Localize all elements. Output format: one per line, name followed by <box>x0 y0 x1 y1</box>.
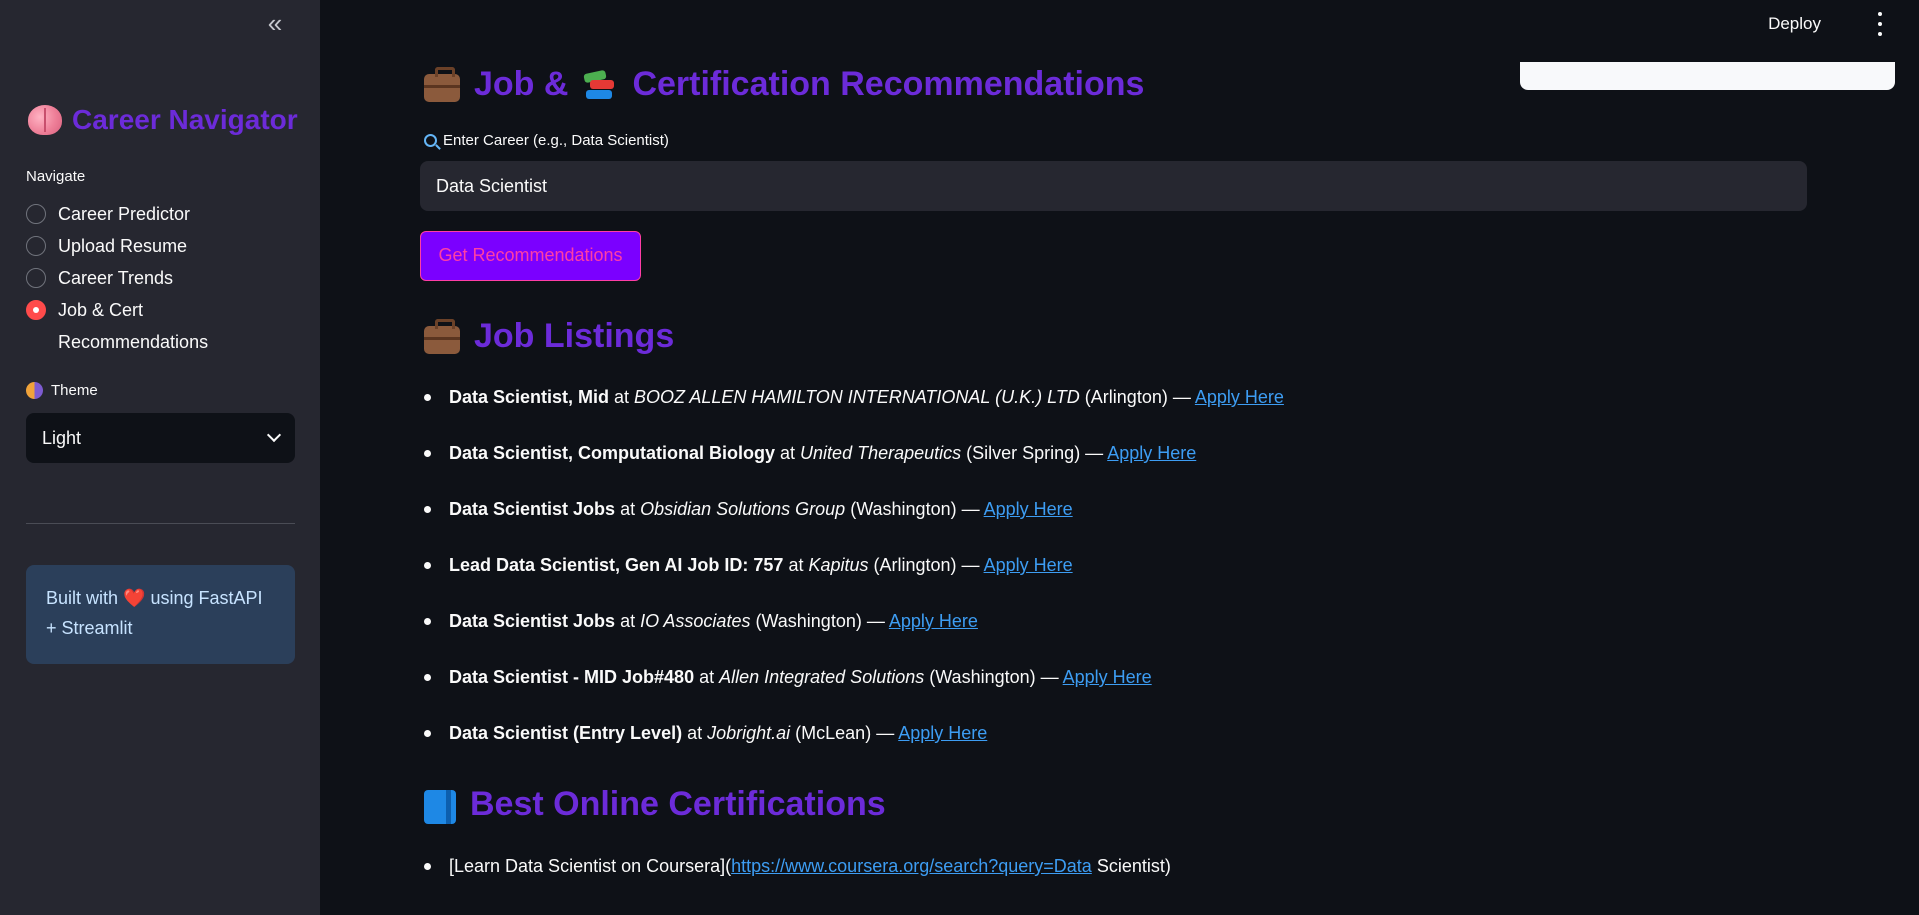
brain-icon <box>28 105 62 135</box>
radio-dot[interactable] <box>26 204 46 224</box>
page-title: Job & Certification Recommendations <box>424 65 1144 104</box>
nav-option-job-cert-recommendations[interactable]: Job & Cert Recommendations <box>26 294 258 352</box>
briefcase-icon <box>424 318 460 354</box>
theme-select-value: Light <box>42 427 82 448</box>
deploy-button[interactable]: Deploy <box>1768 14 1821 34</box>
job-company: Obsidian Solutions Group <box>640 499 846 519</box>
radio-dot[interactable] <box>26 236 46 256</box>
app-title: Career Navigator <box>72 104 298 135</box>
career-input-label-text: Enter Career (e.g., Data Scientist) <box>443 132 669 149</box>
magnifier-icon <box>424 134 437 147</box>
job-company: IO Associates <box>640 611 751 631</box>
job-title: Lead Data Scientist, Gen AI Job ID: 757 <box>449 555 784 575</box>
cert-prefix: [Learn Data Scientist on Coursera]( <box>449 856 732 876</box>
apply-link[interactable]: Apply Here <box>1195 387 1284 407</box>
heart-icon: ❤️ <box>123 588 146 608</box>
certifications-heading-text: Best Online Certifications <box>470 785 886 823</box>
job-item: Data Scientist - MID Job#480 at Allen In… <box>422 663 1284 719</box>
apply-link[interactable]: Apply Here <box>1063 667 1152 687</box>
job-list: Data Scientist, Mid at BOOZ ALLEN HAMILT… <box>422 383 1284 775</box>
briefcase-icon <box>424 66 460 102</box>
nav-option-label: Upload Resume <box>58 236 188 256</box>
job-listings-heading-text: Job Listings <box>474 317 675 355</box>
certifications-heading: Best Online Certifications <box>424 785 886 824</box>
navigate-label: Navigate <box>26 168 86 185</box>
job-company: Allen Integrated Solutions <box>719 667 925 687</box>
career-input[interactable]: Data Scientist <box>420 161 1807 211</box>
cert-suffix: Scientist) <box>1091 856 1171 876</box>
job-title: Data Scientist Jobs <box>449 499 616 519</box>
job-location: Washington <box>761 611 856 631</box>
job-location: Silver Spring <box>972 443 1075 463</box>
theme-label: Theme <box>26 382 98 399</box>
job-item: Data Scientist, Mid at BOOZ ALLEN HAMILT… <box>422 383 1284 439</box>
job-company: BOOZ ALLEN HAMILTON INTERNATIONAL (U.K.)… <box>634 387 1080 407</box>
job-title: Data Scientist (Entry Level) <box>449 723 683 743</box>
toast-container <box>1520 62 1895 90</box>
blue-book-icon <box>424 789 456 824</box>
job-listings-heading: Job Listings <box>424 317 674 356</box>
job-location: Washington <box>935 667 1030 687</box>
half-moon-theme-icon <box>26 382 43 399</box>
job-title: Data Scientist Jobs <box>449 611 616 631</box>
theme-select[interactable]: Light <box>26 413 295 463</box>
nav-option-upload-resume[interactable]: Upload Resume <box>26 230 258 262</box>
job-item: Lead Data Scientist, Gen AI Job ID: 757 … <box>422 551 1284 607</box>
job-location: McLean <box>801 723 866 743</box>
job-location: Washington <box>856 499 951 519</box>
cert-list: [Learn Data Scientist on Coursera](https… <box>422 852 1171 908</box>
nav-option-career-trends[interactable]: Career Trends <box>26 262 258 294</box>
info-prefix: Built with <box>46 588 119 608</box>
career-input-label: Enter Career (e.g., Data Scientist) <box>424 132 669 149</box>
job-company: Kapitus <box>808 555 869 575</box>
job-item: Data Scientist, Computational Biology at… <box>422 439 1284 495</box>
apply-link[interactable]: Apply Here <box>1107 443 1196 463</box>
radio-dot[interactable] <box>26 268 46 288</box>
chevron-down-icon <box>266 427 282 443</box>
theme-label-text: Theme <box>51 382 98 399</box>
page-title-part2: Certification Recommendations <box>632 65 1145 103</box>
apply-link[interactable]: Apply Here <box>984 555 1073 575</box>
cert-item: [Learn Data Scientist on Coursera](https… <box>422 852 1171 908</box>
sidebar-brand: Career Navigator <box>28 104 298 136</box>
job-location: Arlington <box>1090 387 1162 407</box>
nav-option-label: Job & Cert Recommendations <box>58 300 209 352</box>
job-item: Data Scientist Jobs at IO Associates (Wa… <box>422 607 1284 663</box>
vertical-dots-icon[interactable] <box>1875 12 1885 36</box>
job-company: United Therapeutics <box>800 443 962 463</box>
books-icon <box>582 68 618 102</box>
get-recommendations-button[interactable]: Get Recommendations <box>420 231 641 281</box>
job-item: Data Scientist Jobs at Obsidian Solution… <box>422 495 1284 551</box>
nav-option-label: Career Predictor <box>58 204 191 224</box>
nav-option-career-predictor[interactable]: Career Predictor <box>26 198 258 230</box>
radio-dot-selected[interactable] <box>26 300 46 320</box>
main-content: Deploy Job & Certification Recommendatio… <box>320 0 1919 915</box>
nav-option-label: Career Trends <box>58 268 174 288</box>
page-title-part1: Job & <box>474 65 569 103</box>
job-title: Data Scientist - MID Job#480 <box>449 667 695 687</box>
job-item: Data Scientist (Entry Level) at Jobright… <box>422 719 1284 775</box>
job-title: Data Scientist, Computational Biology <box>449 443 776 463</box>
job-title: Data Scientist, Mid <box>449 387 610 407</box>
apply-link[interactable]: Apply Here <box>889 611 978 631</box>
collapse-sidebar-icon[interactable]: « <box>262 10 288 38</box>
apply-link[interactable]: Apply Here <box>898 723 987 743</box>
cert-link[interactable]: https://www.coursera.org/search?query=Da… <box>731 856 1092 876</box>
job-location: Arlington <box>879 555 951 575</box>
navigate-radio-group: Career Predictor Upload Resume Career Tr… <box>26 198 258 352</box>
sidebar: « Career Navigator Navigate Career Predi… <box>0 0 320 915</box>
job-company: Jobright.ai <box>707 723 791 743</box>
sidebar-divider <box>26 523 295 524</box>
info-box: Built with ❤️ using FastAPI + Streamlit <box>26 565 295 664</box>
apply-link[interactable]: Apply Here <box>984 499 1073 519</box>
